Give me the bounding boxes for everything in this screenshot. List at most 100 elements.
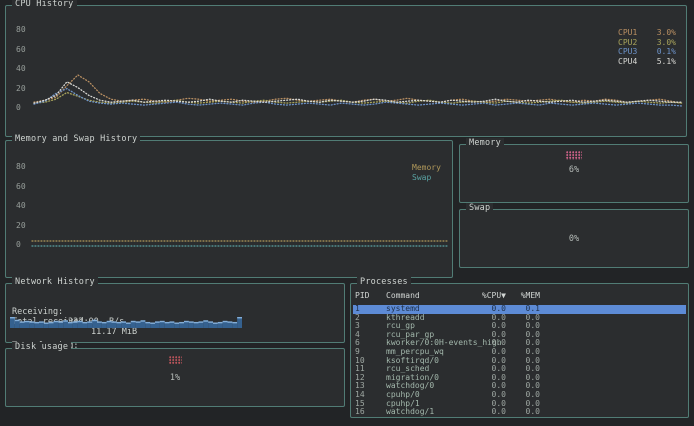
spark-bar-cap — [29, 321, 34, 322]
axis-tick-label: 80 — [16, 26, 32, 34]
cpu-legend-item: CPU3 0.1% — [618, 47, 676, 57]
cpu3-series-line — [34, 89, 682, 106]
swap-gauge-panel: Swap 0% — [459, 209, 689, 268]
cpu-legend-label: CPU3 — [618, 47, 637, 57]
spark-bar-cap — [199, 321, 204, 322]
axis-tick-label: 60 — [16, 46, 32, 54]
process-cpu: 0.0 — [474, 408, 506, 417]
processes-panel: Processes PID Command %CPU▼ %MEM 1system… — [350, 283, 689, 418]
total-received-value: 11.17 MiB — [91, 327, 137, 337]
cpu-y-axis: 806040200 — [16, 26, 32, 112]
memory-swap-legend: MemorySwap — [412, 163, 446, 182]
spark-bar-cap — [218, 322, 223, 323]
swap-percent: 0% — [569, 234, 579, 244]
cpu-legend-value: 5.1% — [657, 57, 676, 67]
process-row[interactable]: 16 watchdog/1 0.0 0.0 — [353, 408, 686, 417]
spark-bar-cap — [15, 320, 20, 321]
spark-bar-cap — [155, 321, 160, 322]
spark-bar-cap — [189, 321, 194, 322]
spark-bar-cap — [126, 323, 131, 324]
cpu-legend-value: 3.0% — [657, 38, 676, 48]
spark-bar-cap — [136, 321, 141, 322]
network-history-panel: Network History Receiving: 332.00 B/s To… — [5, 283, 345, 343]
cpu1-series-line — [34, 75, 682, 103]
disk-percent: 1% — [170, 373, 180, 383]
process-table-body: 1systemd0.00.12kthreadd0.00.03rcu_gp0.00… — [353, 305, 686, 417]
spark-bar-cap — [20, 321, 25, 322]
spark-bar-cap — [49, 322, 54, 323]
process-command: watchdog/1 — [386, 408, 470, 417]
spark-bar-cap — [170, 321, 175, 322]
spark-bar-cap — [39, 321, 44, 322]
process-table-header: PID Command %CPU▼ %MEM — [355, 292, 684, 301]
swap-legend-label: Swap — [412, 173, 446, 183]
network-receive-sparkline — [10, 317, 242, 328]
cpu-legend-item: CPU1 3.0% — [618, 28, 676, 38]
spark-bar-cap — [34, 322, 39, 323]
network-history-title: Network History — [12, 277, 98, 288]
memory-gauge-panel: Memory 6% — [459, 144, 689, 203]
memory-percent: 6% — [569, 165, 579, 175]
axis-tick-label: 0 — [16, 104, 32, 112]
cpu-history-panel: CPU History 806040200 CPU13.0%CPU23.0%CP… — [5, 5, 687, 137]
spark-bar-cap — [102, 322, 107, 323]
spark-bar-cap — [92, 320, 97, 321]
spark-bar-cap — [25, 321, 30, 322]
swap-gauge-body: 0% — [460, 210, 688, 267]
spark-bar-cap — [145, 322, 150, 323]
memory-swap-history-title: Memory and Swap History — [12, 134, 140, 145]
spark-bar-cap — [184, 321, 189, 322]
disk-usage-panel: Disk usage 1% — [5, 348, 345, 407]
memory-donut-icon — [566, 151, 582, 160]
memory-legend-label: Memory — [412, 163, 446, 173]
spark-bar-cap — [54, 321, 59, 322]
cpu-legend-value: 3.0% — [657, 28, 676, 38]
cpu-legend-label: CPU2 — [618, 38, 637, 48]
spark-bar-cap — [63, 320, 68, 321]
disk-usage-title: Disk usage — [12, 342, 71, 353]
command-column-header[interactable]: Command — [386, 292, 470, 301]
spark-bar-cap — [228, 321, 233, 322]
processes-title: Processes — [357, 277, 411, 288]
cpu-legend-item: CPU4 5.1% — [618, 57, 676, 67]
process-mem: 0.0 — [510, 408, 540, 417]
spark-bar-cap — [78, 321, 83, 322]
spark-bar-cap — [83, 322, 88, 323]
memory-swap-history-panel: Memory and Swap History 806040200 Memory… — [5, 140, 453, 278]
spark-bar — [237, 317, 242, 328]
spark-bar-cap — [179, 322, 184, 323]
spark-bar-cap — [73, 321, 78, 322]
cpu-legend-label: CPU4 — [618, 57, 637, 67]
cpu-legend-label: CPU1 — [618, 28, 637, 38]
axis-tick-label: 40 — [16, 65, 32, 73]
cpu-legend-value: 0.1% — [657, 47, 676, 57]
system-monitor-screen: { "colors": { "border": "#517c75", "pane… — [0, 0, 694, 426]
swap-gauge-title: Swap — [466, 203, 493, 214]
spark-bar-cap — [208, 321, 213, 322]
spark-bar-cap — [107, 321, 112, 322]
spark-bar-cap — [112, 321, 117, 322]
spark-bar-cap — [213, 323, 218, 324]
spark-bar-cap — [237, 317, 242, 318]
process-pid: 16 — [355, 408, 382, 417]
spark-bar-cap — [68, 322, 73, 323]
spark-bar-cap — [97, 321, 102, 322]
mem-column-header[interactable]: %MEM — [510, 292, 540, 301]
spark-bar-cap — [87, 321, 92, 322]
memory-swap-history-chart — [30, 159, 450, 259]
spark-bar-cap — [58, 321, 63, 322]
memory-gauge-body: 6% — [460, 145, 688, 202]
spark-bar-cap — [194, 322, 199, 323]
spark-bar-cap — [232, 322, 237, 323]
spark-bar-cap — [116, 322, 121, 323]
cpu-column-header[interactable]: %CPU▼ — [474, 292, 506, 301]
cpu-legend: CPU1 3.0% CPU2 3.0% CPU3 0.1% CPU4 5.1% — [618, 28, 676, 66]
cpu-history-chart — [32, 22, 684, 120]
cpu-history-title: CPU History — [12, 0, 77, 10]
spark-bar-cap — [10, 317, 15, 318]
spark-bar-cap — [44, 323, 49, 324]
spark-bar-cap — [174, 323, 179, 324]
spark-bar-cap — [131, 321, 136, 322]
pid-column-header[interactable]: PID — [355, 292, 382, 301]
spark-bar-cap — [121, 321, 126, 322]
